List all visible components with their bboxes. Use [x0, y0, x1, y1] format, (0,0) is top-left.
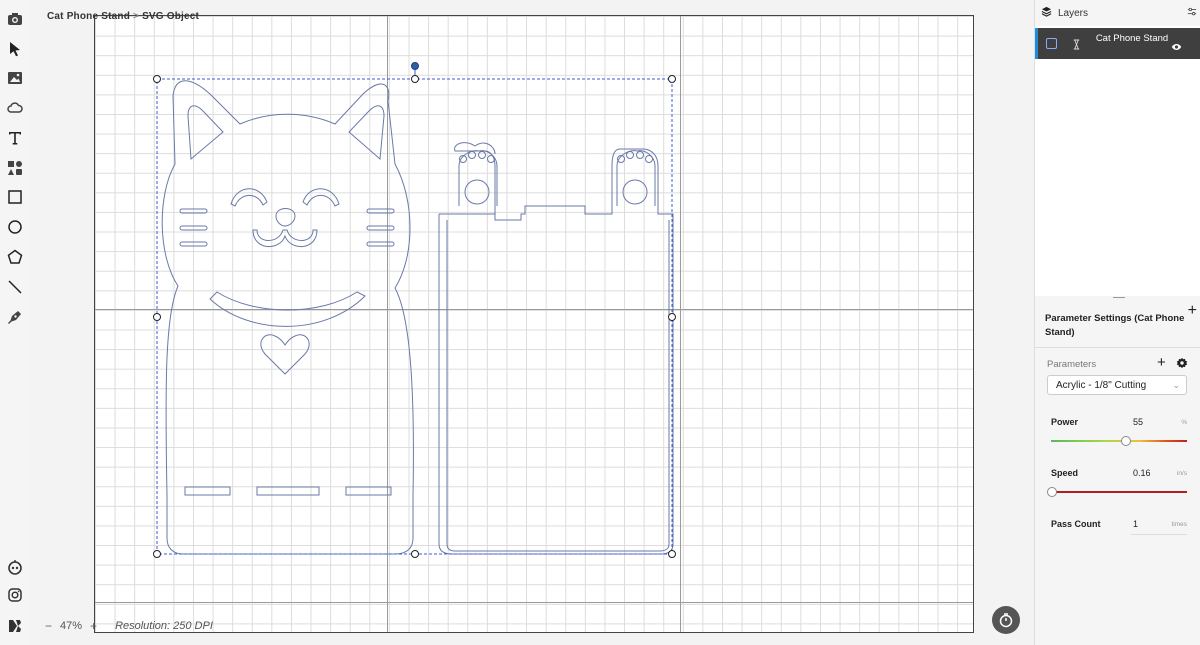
left-paw [458, 150, 498, 206]
left-eye [230, 188, 268, 207]
robot-icon[interactable] [5, 557, 25, 577]
layers-icon [1041, 6, 1052, 20]
zoom-in-button[interactable]: + [90, 619, 97, 633]
layer-type-icon [1072, 37, 1081, 55]
gear-icon[interactable] [1176, 356, 1188, 374]
resize-handle [153, 75, 161, 83]
circle-icon[interactable] [5, 217, 25, 237]
stand-inner-edge [446, 220, 670, 552]
resize-handle [411, 550, 419, 558]
speed-unit: in/s [1176, 470, 1187, 477]
cat-phone-stand-drawing[interactable] [95, 16, 973, 632]
power-value[interactable]: 55 [1133, 417, 1143, 427]
design-canvas[interactable] [94, 15, 974, 633]
polygon-icon[interactable] [5, 247, 25, 267]
layers-header: Layers [1035, 0, 1200, 26]
resolution-label: Resolution: 250 DPI [115, 620, 213, 632]
power-unit: % [1181, 419, 1187, 426]
layers-list: Cat Phone Stand + [1035, 26, 1200, 319]
cloud-icon[interactable] [5, 98, 25, 118]
text-icon[interactable] [5, 128, 25, 148]
breadcrumb-project[interactable]: Cat Phone Stand [47, 11, 130, 22]
divider [1035, 347, 1200, 348]
pen-icon[interactable] [5, 307, 25, 327]
app-logo-icon[interactable] [5, 616, 25, 636]
power-label: Power [1051, 417, 1079, 427]
cat-mouth [252, 229, 318, 247]
heart-tag [260, 334, 310, 375]
left-toolbar [0, 0, 32, 645]
rectangle-icon[interactable] [5, 187, 25, 207]
cat-nose [275, 208, 296, 227]
right-eye [302, 188, 340, 207]
resize-handle [153, 550, 161, 558]
camera-icon[interactable] [5, 9, 25, 29]
parameters-label: Parameters [1047, 359, 1097, 370]
selection-box [156, 78, 673, 555]
layer-name: Cat Phone Stand [1095, 33, 1169, 44]
pass-count-underline [1131, 534, 1187, 535]
breadcrumb: Cat Phone Stand > SVG Object [47, 11, 199, 22]
line-icon[interactable] [5, 277, 25, 297]
layer-settings-icon[interactable] [1187, 7, 1197, 20]
breadcrumb-object: SVG Object [142, 11, 200, 22]
cat-collar [209, 291, 366, 327]
select-arrow-icon[interactable] [5, 39, 25, 59]
resize-handle [668, 550, 676, 558]
preset-value: Acrylic - 1/8" Cutting [1056, 379, 1147, 391]
rotate-handle [411, 62, 419, 70]
params-title: Parameter Settings (Cat Phone Stand) [1045, 313, 1185, 338]
timer-icon [999, 613, 1013, 628]
layers-title: Layers [1058, 7, 1089, 19]
layer-row-cat-phone-stand[interactable]: Cat Phone Stand [1035, 28, 1200, 59]
pass-count-unit: times [1171, 521, 1187, 528]
parameter-settings: Parameter Settings (Cat Phone Stand) Par… [1035, 300, 1200, 645]
chevron-down-icon: ⌄ [1172, 380, 1180, 390]
speed-value[interactable]: 0.16 [1133, 468, 1151, 478]
layer-checkbox[interactable] [1046, 38, 1057, 49]
add-parameter-button[interactable]: + [1157, 354, 1166, 371]
timer-button[interactable] [992, 606, 1020, 634]
power-slider[interactable] [1051, 436, 1187, 446]
speed-slider[interactable] [1047, 487, 1187, 497]
pass-count-value[interactable]: 1 [1133, 519, 1138, 529]
resize-handle [411, 75, 419, 83]
image-icon[interactable] [5, 68, 25, 88]
stand-back-piece [438, 142, 674, 555]
right-panel: Layers Cat Phone Stand + Parameter Setti… [1034, 0, 1200, 645]
preset-select[interactable]: Acrylic - 1/8" Cutting ⌄ [1047, 375, 1187, 395]
shapes-icon[interactable] [5, 158, 25, 178]
zoom-out-button[interactable]: − [45, 619, 52, 633]
right-paw [616, 150, 656, 206]
visibility-eye-icon[interactable] [1171, 38, 1182, 56]
breadcrumb-separator: > [133, 11, 140, 22]
right-ear-inner [348, 105, 385, 161]
speed-label: Speed [1051, 468, 1079, 478]
resize-handle [668, 313, 676, 321]
left-ear-inner [187, 105, 224, 161]
workspace: Cat Phone Stand > SVG Object − 47% + Res… [31, 0, 1034, 645]
zoom-level: 47% [60, 620, 83, 632]
status-bar: − 47% + Resolution: 250 DPI [45, 619, 213, 633]
resize-handle [668, 75, 676, 83]
pass-count-label: Pass Count [1051, 519, 1101, 529]
panel-splitter[interactable] [1113, 297, 1125, 298]
slider-thumb[interactable] [1121, 436, 1131, 446]
slider-thumb[interactable] [1047, 487, 1057, 497]
instagram-icon[interactable] [5, 585, 25, 605]
resize-handle [153, 313, 161, 321]
